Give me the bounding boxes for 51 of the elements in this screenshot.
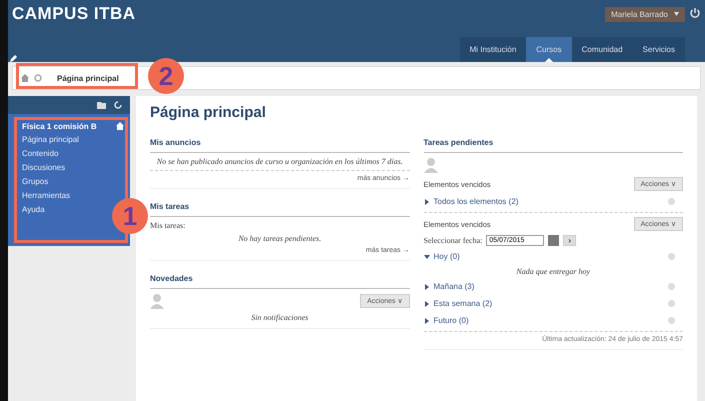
power-icon[interactable] xyxy=(689,6,701,18)
sidebar-item[interactable]: Página principal xyxy=(22,134,79,145)
empty-message: No se han publicado anuncios de curso u organización en los últimos 7 días. xyxy=(156,157,404,166)
module-title: Mis tareas xyxy=(150,199,410,217)
group-toggle[interactable]: Esta semana (2) xyxy=(434,299,492,308)
expand-link[interactable]: Todos los elementos (2) xyxy=(434,197,518,206)
course-title[interactable]: Física 1 comisión B xyxy=(22,122,97,131)
nav-tab[interactable]: Comunidad xyxy=(572,37,633,62)
sidebar-item[interactable]: Grupos xyxy=(22,176,48,187)
person-icon xyxy=(424,157,438,173)
module-title: Novedades xyxy=(150,271,410,289)
sidebar-item[interactable]: Herramientas xyxy=(22,190,70,201)
date-label: Seleccionar fecha: xyxy=(424,236,482,245)
empty-message: Nada que entregar hoy xyxy=(515,267,592,276)
status-dot xyxy=(668,198,675,205)
caret-right-icon[interactable] xyxy=(424,300,430,306)
status-dot xyxy=(668,253,675,260)
home-icon[interactable] xyxy=(21,74,29,82)
person-icon xyxy=(150,293,164,309)
caret-right-icon[interactable] xyxy=(424,198,430,204)
group-toggle[interactable]: Mañana (3) xyxy=(434,282,474,291)
group-toggle[interactable]: Futuro (0) xyxy=(434,316,469,325)
pencil-icon[interactable] xyxy=(10,55,17,62)
logo[interactable]: CAMPUS ITBA xyxy=(12,4,136,24)
caret-icon xyxy=(674,12,679,16)
sidebar-item[interactable]: Discusiones xyxy=(22,162,66,173)
nav-tab[interactable]: Cursos xyxy=(526,37,572,62)
caret-down-icon[interactable] xyxy=(424,254,430,260)
status-dot xyxy=(668,317,675,324)
empty-message: Sin notificaciones xyxy=(250,313,310,322)
caret-right-icon[interactable] xyxy=(424,318,430,324)
group-toggle[interactable]: Hoy (0) xyxy=(434,252,460,261)
caret-right-icon[interactable] xyxy=(424,284,430,290)
tasks-label: Mis tareas: xyxy=(150,221,186,230)
folder-icon[interactable] xyxy=(97,102,106,108)
refresh-icon[interactable] xyxy=(114,101,122,109)
go-button[interactable]: › xyxy=(563,235,576,246)
module-title: Mis anuncios xyxy=(150,135,410,153)
nav-tab[interactable]: Mi Institución xyxy=(460,37,526,62)
status-dot xyxy=(668,300,675,307)
home-icon[interactable] xyxy=(116,122,124,130)
power-icon xyxy=(690,8,700,18)
sidebar-item[interactable]: Ayuda xyxy=(22,204,45,215)
module-title: Tareas pendientes xyxy=(424,135,683,153)
status-dot xyxy=(668,283,675,290)
page-title: Página principal xyxy=(150,104,267,121)
breadcrumb-link[interactable]: Página principal xyxy=(57,74,119,82)
sidebar-item[interactable]: Contenido xyxy=(22,148,58,159)
user-menu[interactable]: Mariela Barrado xyxy=(605,6,685,22)
empty-message: No hay tareas pendientes. xyxy=(237,234,322,243)
nav-tab[interactable]: Servicios xyxy=(632,37,685,62)
